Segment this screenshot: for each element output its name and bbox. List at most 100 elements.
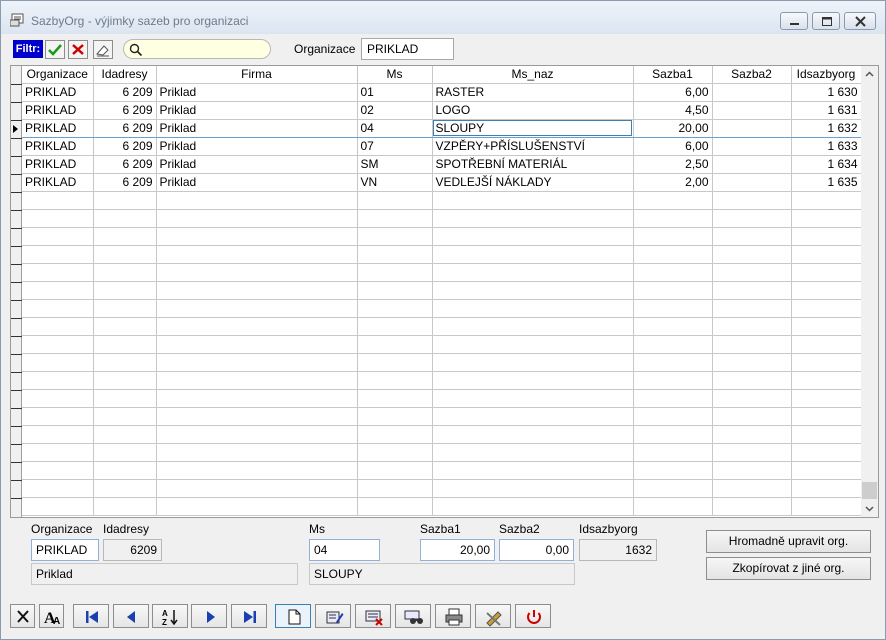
table-cell[interactable] (712, 371, 792, 390)
table-cell[interactable] (633, 371, 713, 390)
table-cell[interactable] (357, 407, 433, 426)
table-cell[interactable] (156, 371, 358, 390)
table-cell[interactable] (791, 497, 862, 516)
table-cell[interactable] (22, 353, 94, 372)
table-row[interactable] (22, 353, 862, 372)
table-cell[interactable] (156, 317, 358, 336)
table-cell[interactable]: 02 (357, 101, 433, 120)
previous-record-button[interactable] (113, 604, 149, 628)
exit-button[interactable] (515, 604, 551, 628)
table-cell[interactable]: 6 209 (93, 155, 157, 174)
detail-sazba2-field[interactable]: 0,00 (499, 539, 574, 561)
table-cell[interactable] (357, 335, 433, 354)
table-cell[interactable] (432, 389, 634, 408)
table-cell[interactable]: 1 630 (791, 83, 862, 102)
table-cell[interactable] (712, 425, 792, 444)
table-cell[interactable] (712, 101, 792, 120)
table-cell[interactable] (432, 479, 634, 498)
table-cell[interactable] (712, 281, 792, 300)
table-cell[interactable]: Priklad (156, 83, 358, 102)
table-cell[interactable] (712, 245, 792, 264)
table-cell[interactable]: PRIKLAD (22, 137, 94, 156)
table-cell[interactable]: 1 631 (791, 101, 862, 120)
table-row[interactable] (22, 461, 862, 480)
table-cell[interactable] (633, 407, 713, 426)
table-cell[interactable] (357, 353, 433, 372)
table-row[interactable] (22, 299, 862, 318)
table-cell[interactable] (432, 425, 634, 444)
table-cell[interactable] (156, 245, 358, 264)
table-cell[interactable] (156, 209, 358, 228)
table-cell[interactable]: 4,50 (633, 101, 713, 120)
table-cell[interactable] (22, 407, 94, 426)
vertical-scrollbar[interactable] (861, 66, 878, 517)
close-filter-button[interactable] (10, 604, 35, 628)
column-header-organizace[interactable]: Organizace (22, 66, 94, 84)
table-cell[interactable] (633, 191, 713, 210)
copy-from-org-button[interactable]: Zkopírovat z jiné org. (706, 557, 871, 580)
close-button[interactable] (844, 12, 876, 30)
table-cell[interactable]: PRIKLAD (22, 173, 94, 192)
table-cell[interactable] (357, 299, 433, 318)
table-cell[interactable] (633, 461, 713, 480)
table-cell[interactable] (791, 389, 862, 408)
table-cell[interactable] (93, 281, 157, 300)
table-cell[interactable] (712, 227, 792, 246)
table-cell[interactable]: Priklad (156, 173, 358, 192)
table-cell[interactable] (156, 191, 358, 210)
table-cell[interactable] (156, 407, 358, 426)
table-cell[interactable]: 01 (357, 83, 433, 102)
table-cell[interactable] (712, 353, 792, 372)
table-cell[interactable] (712, 83, 792, 102)
first-record-button[interactable] (73, 604, 109, 628)
table-cell[interactable]: 04 (357, 118, 433, 138)
table-cell[interactable] (93, 299, 157, 318)
next-record-button[interactable] (191, 604, 227, 628)
last-record-button[interactable] (231, 604, 267, 628)
table-cell[interactable] (791, 425, 862, 444)
search-input[interactable] (123, 39, 271, 59)
table-cell[interactable] (156, 425, 358, 444)
table-cell[interactable] (156, 479, 358, 498)
table-cell[interactable] (93, 389, 157, 408)
table-cell[interactable]: 6 209 (93, 83, 157, 102)
table-cell[interactable] (633, 335, 713, 354)
table-cell[interactable]: 1 635 (791, 173, 862, 192)
table-cell[interactable]: VEDLEJŠÍ NÁKLADY (432, 173, 634, 192)
table-cell[interactable] (633, 227, 713, 246)
table-cell[interactable] (22, 209, 94, 228)
table-cell[interactable] (357, 191, 433, 210)
table-cell[interactable] (156, 461, 358, 480)
table-cell[interactable] (633, 263, 713, 282)
table-cell[interactable] (712, 479, 792, 498)
table-cell[interactable] (22, 335, 94, 354)
table-cell[interactable] (791, 281, 862, 300)
table-cell[interactable] (22, 389, 94, 408)
table-row[interactable] (22, 479, 862, 498)
table-cell[interactable] (791, 227, 862, 246)
table-cell[interactable] (633, 479, 713, 498)
table-row[interactable] (22, 245, 862, 264)
table-cell[interactable] (357, 227, 433, 246)
column-header-idadresy[interactable]: Idadresy (93, 66, 157, 84)
table-cell[interactable] (712, 335, 792, 354)
table-cell[interactable] (93, 371, 157, 390)
table-cell[interactable] (22, 443, 94, 462)
table-cell[interactable] (93, 443, 157, 462)
table-cell[interactable] (432, 191, 634, 210)
table-cell[interactable] (712, 443, 792, 462)
data-grid[interactable]: Organizace Idadresy Firma Ms Ms_naz Sazb… (10, 65, 879, 518)
table-cell[interactable]: 07 (357, 137, 433, 156)
table-cell[interactable]: VN (357, 173, 433, 192)
table-row[interactable] (22, 281, 862, 300)
table-cell[interactable]: SPOTŘEBNÍ MATERIÁL (432, 155, 634, 174)
table-cell[interactable] (432, 335, 634, 354)
table-cell[interactable] (432, 281, 634, 300)
table-cell[interactable] (156, 353, 358, 372)
table-row[interactable] (22, 497, 862, 516)
table-cell[interactable] (791, 209, 862, 228)
detail-ms-field[interactable]: 04 (309, 539, 380, 561)
table-cell[interactable] (633, 317, 713, 336)
table-cell[interactable] (791, 335, 862, 354)
table-cell[interactable] (432, 461, 634, 480)
